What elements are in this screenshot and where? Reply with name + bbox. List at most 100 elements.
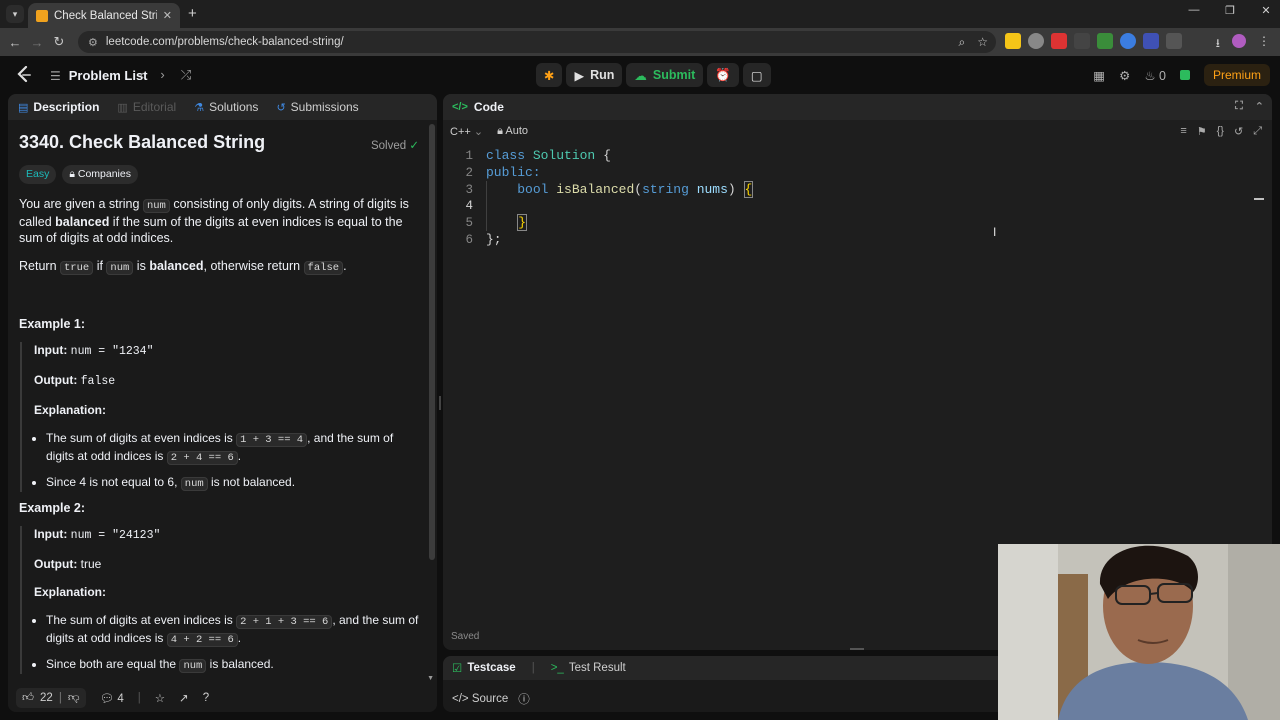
language-select[interactable]: C++ ⌄ <box>450 125 483 138</box>
puzzle-extensions-icon[interactable] <box>1166 33 1182 49</box>
code-line[interactable]: 5 } <box>443 214 1272 232</box>
minimize-icon[interactable]: — <box>1188 4 1200 17</box>
braces-icon[interactable]: {} <box>1217 125 1224 138</box>
site-info-icon[interactable]: ⚙ <box>88 36 98 49</box>
like-button[interactable]: 👍︎ 22 | 👎︎ <box>16 688 86 708</box>
timer-button[interactable]: ⏰ <box>707 63 739 87</box>
notes-button[interactable]: ▢ <box>742 63 771 87</box>
difficulty-badge[interactable]: Easy <box>19 165 57 184</box>
help-icon[interactable]: ? <box>203 692 209 704</box>
extension-icon[interactable] <box>1051 33 1067 49</box>
tab-search-chevron-icon[interactable]: ▾ <box>6 5 24 23</box>
close-tab-icon[interactable]: ✕ <box>163 9 172 22</box>
description-scrollbar[interactable] <box>429 124 435 560</box>
tab-testcase[interactable]: ☑ Testcase <box>452 661 516 675</box>
layout-grid-icon[interactable]: ▦ <box>1093 68 1105 83</box>
explanation-bullet: Since 4 is not equal to 6, num is not ba… <box>46 474 419 492</box>
restore-icon[interactable]: ❐ <box>1224 4 1236 17</box>
line-number: 1 <box>465 149 473 163</box>
alarm-icon: ⏰ <box>715 67 731 82</box>
help-icon[interactable]: ⓘ <box>518 691 530 707</box>
premium-button[interactable]: Premium <box>1203 64 1270 86</box>
streak-counter[interactable]: ♨ 0 <box>1144 68 1166 83</box>
saved-status: Saved <box>451 631 480 642</box>
close-window-icon[interactable]: ✕ <box>1260 4 1272 17</box>
source-button[interactable]: </> Source <box>452 693 508 705</box>
companies-label: Companies <box>77 168 131 180</box>
editor-scrollbar[interactable] <box>1254 198 1264 200</box>
comments-button[interactable]: 💬︎ 4 <box>100 691 124 705</box>
extension-icon[interactable] <box>1028 33 1044 49</box>
tab-solutions[interactable]: ⚗ Solutions <box>194 100 258 114</box>
checkbox-icon: ☑ <box>452 663 463 675</box>
tab-submissions[interactable]: ↺ Submissions <box>276 100 358 114</box>
desc-text: Return <box>19 259 60 273</box>
inline-code: false <box>303 261 344 275</box>
code-token: isBalanced <box>556 181 635 197</box>
debug-button[interactable]: ✱ <box>536 63 563 87</box>
tab-test-result[interactable]: >_ Test Result <box>551 662 626 674</box>
code-token: public: <box>486 164 541 180</box>
code-line[interactable]: 6}; <box>443 232 1272 249</box>
shuffle-icon[interactable]: ⤮ <box>181 67 191 83</box>
companies-tag[interactable]: 🔒︎ Companies <box>62 165 138 184</box>
scroll-down-arrow-icon[interactable]: ▼ <box>427 675 434 682</box>
reset-icon[interactable]: ↺ <box>1234 125 1243 138</box>
code-editor[interactable]: 1 class Solution { 2 public: 3 bool isBala… <box>443 148 1272 249</box>
comment-count: 4 <box>117 693 124 705</box>
code-line[interactable]: 3 bool isBalanced(string nums) { <box>443 180 1272 199</box>
tab-description[interactable]: ▤ Description <box>18 100 99 114</box>
extension-icon[interactable] <box>1097 33 1113 49</box>
problem-title[interactable]: 3340. Check Balanced String <box>19 132 419 153</box>
extension-icon[interactable] <box>1005 33 1021 49</box>
browser-tab[interactable]: Check Balanced String - LeetCo ✕ <box>28 3 180 28</box>
problem-list-button[interactable]: ☰ Problem List <box>50 68 148 83</box>
bookmark-star-icon[interactable]: ☆ <box>977 35 988 50</box>
run-button[interactable]: ▶ Run <box>566 63 623 87</box>
code-line[interactable]: 1 class Solution { <box>443 148 1272 165</box>
tab-description-label: Description <box>33 100 100 114</box>
extension-icon[interactable] <box>1143 33 1159 49</box>
expand-icon[interactable]: ⤢ <box>1253 125 1262 138</box>
favorite-star-icon[interactable]: ☆ <box>155 691 165 705</box>
prev-problem-icon[interactable]: ‹ <box>140 67 144 83</box>
download-icon[interactable]: ⭳ <box>1216 34 1220 55</box>
code-line[interactable]: 4 <box>443 198 1272 215</box>
new-tab-plus-icon[interactable]: + <box>188 5 197 22</box>
comment-icon: 💬︎ <box>99 693 115 705</box>
panel-drag-handle[interactable] <box>850 648 864 650</box>
code-line[interactable]: 2 public: <box>443 165 1272 182</box>
zoom-icon[interactable]: ⌕ <box>959 35 966 50</box>
submit-button[interactable]: ☁ Submit <box>626 63 704 87</box>
autocomplete-mode[interactable]: 🔒︎ Auto <box>497 125 528 138</box>
play-icon: ▶ <box>574 68 585 83</box>
bookmark-icon[interactable]: ⚑ <box>1197 125 1207 138</box>
fullscreen-icon[interactable]: ⛶ <box>1235 100 1243 113</box>
settings-gear-icon[interactable]: ⚙ <box>1119 68 1130 83</box>
inline-code: 2 + 4 == 6 <box>166 451 238 465</box>
example-block: Input: num = "1234" Output: false Explan… <box>20 342 419 492</box>
collapse-chevron-icon[interactable]: ⌃ <box>1255 100 1264 113</box>
reload-icon[interactable]: ↻ <box>48 34 70 50</box>
source-label: Source <box>471 693 509 705</box>
example-output: true <box>80 557 102 571</box>
format-lines-icon[interactable]: ≡ <box>1180 125 1186 138</box>
profile-avatar[interactable] <box>1232 34 1246 48</box>
leetcode-navbar: ☰ Problem List ‹ › ⤮ ✱ ▶ Run ☁ Submit ⏰ … <box>0 56 1280 94</box>
lock-icon: 🔒︎ <box>497 124 503 137</box>
forward-arrow-icon[interactable]: → <box>26 35 48 50</box>
url-field[interactable]: ⚙ leetcode.com/problems/check-balanced-s… <box>78 31 996 53</box>
extension-icon[interactable] <box>1074 33 1090 49</box>
next-problem-icon[interactable]: › <box>160 67 164 83</box>
share-icon[interactable]: ↗ <box>179 691 189 705</box>
extension-icon[interactable] <box>1120 33 1136 49</box>
description-paragraph: Return true if num is balanced, otherwis… <box>19 258 419 276</box>
inline-code: true <box>60 261 94 275</box>
tab-editorial[interactable]: ▥ Editorial <box>117 100 176 114</box>
thumbs-down-icon[interactable]: 👎︎ <box>68 691 80 705</box>
leetcode-logo-icon[interactable] <box>16 65 32 84</box>
browser-menu-icon[interactable]: ⋮ <box>1258 34 1270 55</box>
back-arrow-icon[interactable]: ← <box>4 35 26 50</box>
panel-resize-handle[interactable] <box>439 396 441 410</box>
notebook-icon[interactable] <box>1179 70 1190 80</box>
